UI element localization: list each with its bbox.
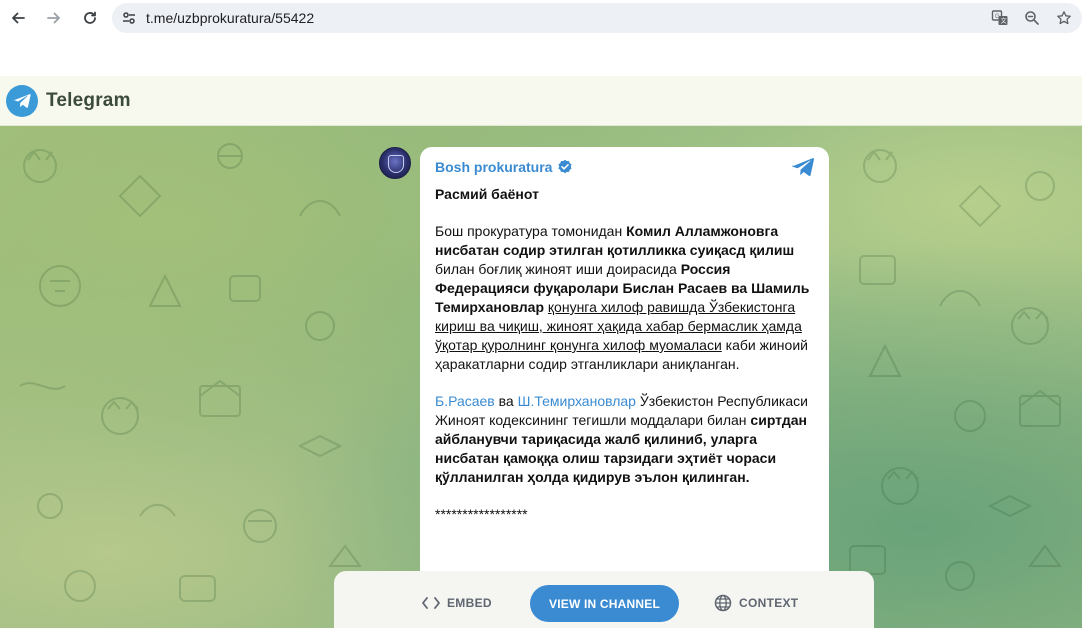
- globe-icon: [714, 594, 732, 612]
- text-span: билан боғлиқ жиноят иши доирасида: [435, 261, 681, 277]
- context-button[interactable]: CONTEXT: [714, 593, 798, 613]
- bookmark-star-icon[interactable]: [1048, 3, 1080, 33]
- message-bubble: Bosh prokuratura Расмий баёнот Бош проку…: [420, 147, 829, 628]
- text-span: ва: [494, 393, 518, 409]
- mention-link[interactable]: Ш.Темирхановлар: [518, 393, 636, 409]
- text-span: Бош прокуратура томонидан: [435, 223, 627, 239]
- forward-arrow-icon[interactable]: [36, 0, 72, 36]
- emblem-icon: [388, 155, 404, 173]
- telegram-plane-icon[interactable]: [791, 157, 815, 177]
- message-title: Расмий баёнот: [435, 186, 539, 202]
- verified-badge-icon: [558, 159, 572, 174]
- context-label: CONTEXT: [739, 596, 799, 610]
- svg-text:G: G: [995, 14, 1000, 20]
- svg-text:文: 文: [1001, 17, 1007, 25]
- telegram-logo-icon[interactable]: [6, 84, 38, 117]
- paragraph-1: Бош прокуратура томонидан Комил Алламжон…: [435, 222, 813, 374]
- message-body: Бош прокуратура томонидан Комил Алламжон…: [435, 222, 813, 524]
- app-title[interactable]: Telegram: [46, 90, 131, 112]
- mention-link[interactable]: Б.Расаев: [435, 393, 495, 409]
- view-in-channel-label: VIEW IN CHANNEL: [549, 596, 660, 611]
- paragraph-2: Б.Расаев ва Ш.Темирхановлар Ўзбекистон Р…: [435, 392, 813, 487]
- embed-label: EMBED: [447, 596, 492, 610]
- channel-name[interactable]: Bosh prokuratura: [435, 159, 552, 175]
- zoom-icon[interactable]: [1016, 3, 1048, 33]
- address-bar[interactable]: t.me/uzbprokuratura/55422 G文: [112, 3, 1082, 33]
- separator-line: *****************: [435, 506, 528, 522]
- back-arrow-icon[interactable]: [0, 0, 36, 36]
- post-action-bar: EMBED VIEW IN CHANNEL CONTEXT: [334, 571, 874, 628]
- telegram-header: Telegram: [0, 76, 1082, 126]
- channel-avatar[interactable]: [379, 147, 411, 179]
- embed-button[interactable]: EMBED: [422, 593, 492, 613]
- code-brackets-icon: [422, 597, 440, 609]
- url-text[interactable]: t.me/uzbprokuratura/55422: [146, 10, 314, 26]
- site-info-icon[interactable]: [114, 3, 144, 33]
- page-top-spacer: [0, 36, 1082, 76]
- reload-icon[interactable]: [72, 0, 108, 36]
- translate-icon[interactable]: G文: [984, 3, 1016, 33]
- view-in-channel-button[interactable]: VIEW IN CHANNEL: [530, 585, 679, 622]
- browser-toolbar: t.me/uzbprokuratura/55422 G文: [0, 0, 1082, 36]
